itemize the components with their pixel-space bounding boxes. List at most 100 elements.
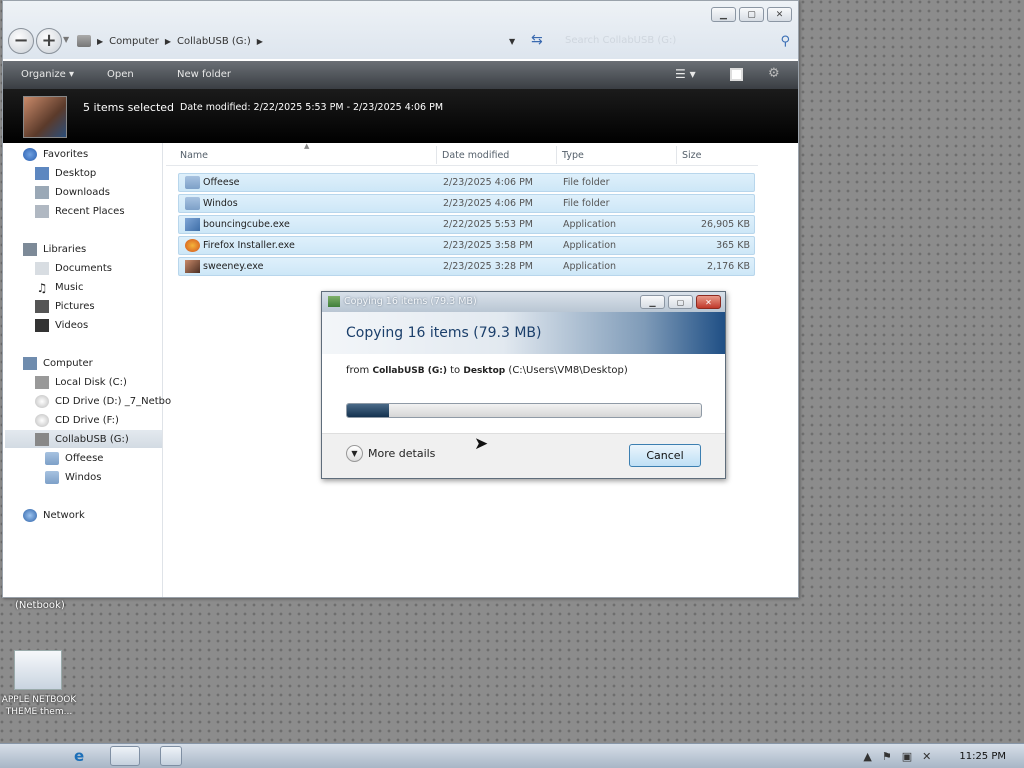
- new-folder-button[interactable]: New folder: [177, 69, 231, 80]
- nav-local-disk[interactable]: Local Disk (C:): [35, 373, 127, 391]
- column-divider[interactable]: [556, 146, 557, 164]
- dest-link[interactable]: Desktop: [463, 366, 505, 376]
- internet-explorer-icon[interactable]: e: [74, 747, 84, 765]
- desktop-icon-label[interactable]: APPLE NETBOOK THEME them...: [0, 694, 78, 718]
- nav-cd-drive-f[interactable]: CD Drive (F:): [35, 411, 119, 429]
- address-dropdown[interactable]: ▼: [509, 37, 515, 46]
- forward-button[interactable]: +: [36, 28, 62, 54]
- nav-libraries-label: Libraries: [43, 243, 87, 255]
- selection-count: 5 items selected: [83, 101, 175, 114]
- cancel-button[interactable]: Cancel: [629, 444, 701, 467]
- nav-pictures[interactable]: Pictures: [35, 297, 95, 315]
- show-hidden-icons-icon[interactable]: ▲: [863, 750, 871, 763]
- nav-recent-places[interactable]: Recent Places: [35, 202, 125, 220]
- hard-drive-icon: [35, 375, 49, 389]
- clock[interactable]: 11:25 PM: [959, 751, 1006, 762]
- nav-downloads[interactable]: Downloads: [35, 183, 110, 201]
- breadcrumb-computer[interactable]: Computer: [109, 36, 159, 47]
- nav-windos[interactable]: Windos: [45, 468, 101, 486]
- computer-icon: [23, 356, 37, 370]
- dialog-maximize-button[interactable]: ▢: [668, 295, 693, 309]
- taskbar-media-player-button[interactable]: [160, 746, 182, 766]
- nav-collabusb[interactable]: CollabUSB (G:): [5, 430, 162, 448]
- drive-icon: [77, 35, 91, 47]
- nav-desktop[interactable]: Desktop: [35, 164, 96, 182]
- column-divider[interactable]: [436, 146, 437, 164]
- recent-pages-dropdown[interactable]: ▼: [63, 35, 69, 44]
- copy-progress-dialog: Copying 16 items (79.3 MB) ▁ ▢ ✕ Copying…: [321, 291, 726, 479]
- column-name[interactable]: Name: [180, 150, 208, 161]
- volume-muted-icon[interactable]: ✕: [922, 750, 931, 763]
- source-link[interactable]: CollabUSB (G:): [372, 366, 446, 376]
- maximize-button[interactable]: ▢: [739, 7, 764, 22]
- flag-icon[interactable]: ⚑: [882, 750, 892, 763]
- nav-network[interactable]: Network: [23, 506, 85, 524]
- nav-network-label: Network: [43, 509, 85, 521]
- file-type: File folder: [563, 198, 610, 209]
- nav-libraries[interactable]: Libraries: [23, 240, 86, 258]
- nav-offeese[interactable]: Offeese: [45, 449, 103, 467]
- search-input[interactable]: Search CollabUSB (G:): [559, 30, 795, 52]
- nav-favorites-label: Favorites: [43, 148, 89, 160]
- column-divider[interactable]: [676, 146, 677, 164]
- refresh-icon[interactable]: ⇆: [531, 32, 543, 48]
- network-tray-icon[interactable]: ▣: [902, 750, 912, 763]
- open-button[interactable]: Open: [107, 69, 134, 80]
- help-icon[interactable]: ⚙: [768, 66, 780, 81]
- file-row[interactable]: Firefox Installer.exe 2/23/2025 3:58 PM …: [178, 236, 755, 255]
- chevron-right-icon: ▶: [164, 36, 172, 46]
- chevron-right-icon: ▶: [97, 36, 104, 46]
- libraries-icon: [23, 242, 37, 256]
- search-icon[interactable]: ⚲: [780, 34, 790, 49]
- copy-source-dest: from CollabUSB (G:) to Desktop (C:\Users…: [346, 365, 628, 376]
- star-icon: [23, 147, 37, 161]
- nav-favorites[interactable]: Favorites: [23, 145, 88, 163]
- minimize-button[interactable]: ▁: [711, 7, 736, 22]
- system-tray: ▲ ⚑ ▣ ✕ 11:25 PM: [863, 744, 1024, 768]
- music-icon: ♫: [36, 280, 48, 295]
- column-date-modified[interactable]: Date modified: [442, 150, 509, 161]
- nav-pictures-label: Pictures: [55, 300, 95, 312]
- file-size: 26,905 KB: [700, 219, 750, 230]
- close-button[interactable]: ✕: [767, 7, 792, 22]
- folder-icon: [45, 470, 59, 484]
- dialog-close-button[interactable]: ✕: [696, 295, 721, 309]
- breadcrumb-collabusb[interactable]: CollabUSB (G:): [177, 36, 251, 47]
- more-details-button[interactable]: ▼ More details: [346, 445, 435, 462]
- column-type[interactable]: Type: [562, 150, 584, 161]
- nav-cd-drive-d[interactable]: CD Drive (D:) _7_Netbo: [35, 392, 171, 410]
- file-date: 2/23/2025 3:28 PM: [443, 261, 534, 272]
- nav-offeese-label: Offeese: [65, 452, 104, 464]
- file-row[interactable]: Offeese 2/23/2025 4:06 PM File folder: [178, 173, 755, 192]
- progress-fill: [347, 404, 390, 417]
- file-row[interactable]: bouncingcube.exe 2/22/2025 5:53 PM Appli…: [178, 215, 755, 234]
- to-word: to: [450, 365, 461, 376]
- views-icon[interactable]: ☰ ▾: [675, 67, 696, 81]
- column-size[interactable]: Size: [682, 150, 702, 161]
- details-pane: 5 items selected Date modified: 2/22/202…: [3, 89, 798, 143]
- dialog-minimize-button[interactable]: ▁: [640, 295, 665, 309]
- usb-drive-icon: [35, 432, 49, 446]
- dest-path: (C:\Users\VM8\Desktop): [508, 365, 628, 376]
- organize-button[interactable]: Organize ▾: [21, 69, 74, 80]
- desktop-icon-label-line1: APPLE NETBOOK: [1, 695, 77, 705]
- copy-icon: [328, 296, 340, 307]
- back-button[interactable]: −: [8, 28, 34, 54]
- nav-documents[interactable]: Documents: [35, 259, 112, 277]
- title-bar: ▁ ▢ ✕ − + ▼ ▶ Computer ▶ CollabUSB (G:) …: [3, 1, 798, 59]
- taskbar-explorer-button[interactable]: [110, 746, 140, 766]
- file-row[interactable]: Windos 2/23/2025 4:06 PM File folder: [178, 194, 755, 213]
- mouse-cursor-icon: ➤: [474, 434, 489, 454]
- file-type: Application: [563, 261, 617, 272]
- nav-music[interactable]: ♫ Music: [35, 278, 84, 296]
- network-icon: [23, 508, 37, 522]
- file-type: Application: [563, 240, 617, 251]
- desktop-icon: [35, 166, 49, 180]
- address-bar[interactable]: ▶ Computer ▶ CollabUSB (G:) ▶: [77, 30, 527, 52]
- theme-file-icon[interactable]: [14, 650, 62, 690]
- nav-computer[interactable]: Computer: [23, 354, 93, 372]
- nav-videos[interactable]: Videos: [35, 316, 88, 334]
- preview-pane-icon[interactable]: [730, 68, 743, 81]
- cd-icon: [35, 413, 49, 427]
- file-row[interactable]: sweeney.exe 2/23/2025 3:28 PM Applicatio…: [178, 257, 755, 276]
